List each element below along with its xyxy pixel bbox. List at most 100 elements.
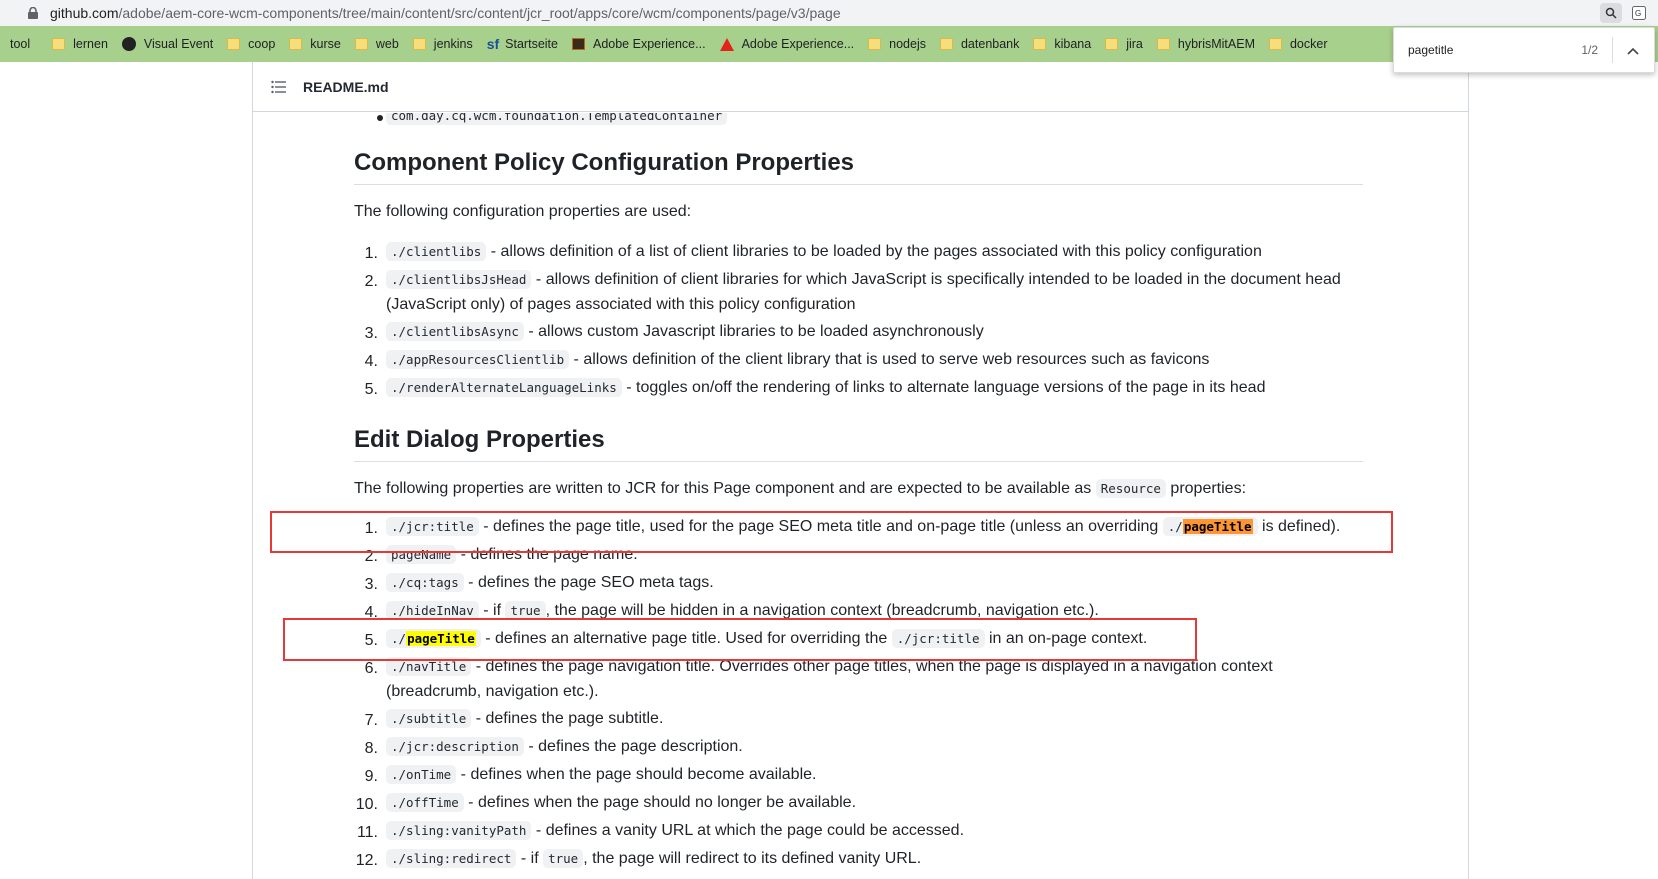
readme-header: README.md — [253, 62, 1468, 112]
bookmark-startseite[interactable]: sf Startseite — [487, 36, 558, 52]
bookmark-label: tool — [10, 37, 31, 51]
list-text: - allows definition of the client librar… — [569, 351, 1210, 368]
adobe-logo-icon — [719, 37, 734, 51]
list-item: ./clientlibsAsync - allows custom Javasc… — [386, 322, 984, 341]
list-number: 3. — [364, 325, 378, 342]
find-input[interactable]: pagetitle — [1408, 43, 1558, 57]
folder-icon — [1105, 38, 1119, 50]
list-item: ./clientlibsJsHead - allows definition o… — [386, 270, 1341, 289]
bookmark-coop[interactable]: coop — [227, 37, 275, 51]
list-number: 12. — [355, 852, 378, 869]
bookmark-web[interactable]: web — [354, 37, 399, 51]
bookmark-adobe-experience-2[interactable]: Adobe Experience... — [719, 37, 854, 51]
folder-icon — [1268, 38, 1282, 50]
bookmark-label: Startseite — [505, 37, 558, 51]
folder-icon — [52, 38, 66, 50]
bookmark-datenbank[interactable]: datenbank — [939, 37, 1020, 51]
list-item: ./offTime - defines when the page should… — [386, 793, 857, 812]
folder-icon — [412, 38, 426, 50]
bookmark-label: coop — [248, 37, 276, 51]
list-item: ./cq:tags - defines the page SEO meta ta… — [386, 573, 714, 592]
bookmark-label: datenbank — [960, 37, 1020, 51]
list-text: - defines the page subtitle. — [471, 710, 664, 727]
globe-icon — [121, 37, 136, 51]
list-number: 5. — [364, 381, 378, 398]
inline-code: ./sling:redirect — [386, 849, 517, 868]
bookmark-jenkins[interactable]: jenkins — [412, 37, 473, 51]
list-text: - defines the page description. — [523, 738, 743, 755]
bookmark-label: Visual Event — [143, 37, 214, 51]
folder-icon — [868, 38, 882, 50]
bookmark-docker[interactable]: docker — [1268, 37, 1328, 51]
list-number: 7. — [364, 712, 378, 729]
heading-divider — [354, 461, 1363, 462]
find-match-count: 1/2 — [1581, 43, 1598, 57]
paragraph: The following properties are written to … — [354, 479, 1247, 498]
inline-code: ./clientlibsJsHead — [386, 270, 532, 289]
list-number: 9. — [364, 768, 378, 785]
bookmark-kibana[interactable]: kibana — [1033, 37, 1091, 51]
folder-icon — [354, 38, 368, 50]
list-text: - if — [516, 850, 544, 867]
list-text: - defines when the page should no longer… — [463, 794, 857, 811]
list-item: ./clientlibs - allows definition of a li… — [386, 242, 1262, 261]
url-text[interactable]: github.com/adobe/aem-core-wcm-components… — [50, 5, 841, 21]
list-text: , the page will be hidden in a navigatio… — [545, 602, 1099, 619]
find-bar: pagetitle 1/2 — [1393, 27, 1655, 73]
bookmark-adobe-experience-1[interactable]: Adobe Experience... — [571, 37, 706, 51]
bookmark-label: lernen — [73, 37, 108, 51]
list-text: - defines a vanity URL at which the page… — [531, 822, 965, 839]
bookmark-kurse[interactable]: kurse — [289, 37, 341, 51]
paragraph-text: properties: — [1165, 480, 1247, 497]
translate-icon[interactable]: G — [1628, 3, 1650, 23]
chevron-up-icon[interactable] — [1627, 42, 1639, 58]
folder-icon — [939, 38, 953, 50]
list-number: 4. — [364, 353, 378, 370]
bookmark-tool[interactable]: tool — [10, 37, 30, 51]
list-number: 6. — [364, 660, 378, 677]
lock-icon — [28, 7, 38, 19]
divider — [1612, 37, 1613, 63]
section-heading: Edit Dialog Properties — [354, 426, 605, 453]
list-item: ./subtitle - defines the page subtitle. — [386, 709, 664, 728]
folder-icon — [227, 38, 241, 50]
bookmark-label: nodejs — [889, 37, 926, 51]
inline-code: ./jcr:description — [386, 737, 524, 756]
annotation-box — [283, 618, 1197, 661]
paragraph: The following configuration properties a… — [354, 203, 692, 220]
readme-title: README.md — [303, 78, 389, 95]
list-text: - allows definition of client libraries … — [531, 271, 1341, 288]
list-text: - defines when the page should become av… — [456, 766, 817, 783]
inline-code: ./cq:tags — [386, 573, 464, 592]
heading-divider — [354, 184, 1363, 185]
readme-panel: README.md com.day.cq.wcm.foundation.Temp… — [252, 62, 1469, 879]
bookmark-label: kibana — [1054, 37, 1092, 51]
bookmark-lernen[interactable]: lernen — [52, 37, 108, 51]
inline-code: ./onTime — [386, 765, 457, 784]
list-number: 10. — [355, 796, 378, 813]
bookmark-jira[interactable]: jira — [1105, 37, 1143, 51]
svg-text:G: G — [1635, 9, 1641, 18]
annotation-box — [270, 511, 1393, 553]
list-toc-icon[interactable] — [271, 80, 287, 94]
list-number: 2. — [364, 273, 378, 290]
list-text: - if — [478, 602, 506, 619]
list-item: ./renderAlternateLanguageLinks - toggles… — [386, 378, 1266, 397]
inline-code: ./subtitle — [386, 709, 472, 728]
bookmark-visual-event[interactable]: Visual Event — [121, 37, 214, 51]
bookmark-nodejs[interactable]: nodejs — [868, 37, 926, 51]
list-text: - toggles on/off the rendering of links … — [621, 379, 1266, 396]
list-number: 3. — [364, 576, 378, 593]
find-in-page-icon[interactable] — [1600, 3, 1622, 23]
readme-content: com.day.cq.wcm.foundation.TemplatedConta… — [253, 113, 1468, 879]
list-number: 8. — [364, 740, 378, 757]
list-item: ./jcr:description - defines the page des… — [386, 737, 743, 756]
bookmark-label: jira — [1126, 37, 1143, 51]
list-text: (JavaScript only) of pages associated wi… — [386, 296, 856, 313]
inline-code: ./appResourcesClientlib — [386, 350, 570, 369]
list-text: - allows definition of a list of client … — [486, 243, 1262, 260]
address-bar[interactable]: github.com/adobe/aem-core-wcm-components… — [0, 0, 1658, 26]
bookmark-label: hybrisMitAEM — [1177, 37, 1255, 51]
list-item: ./onTime - defines when the page should … — [386, 765, 817, 784]
bookmark-hybrismitaem[interactable]: hybrisMitAEM — [1156, 37, 1255, 51]
